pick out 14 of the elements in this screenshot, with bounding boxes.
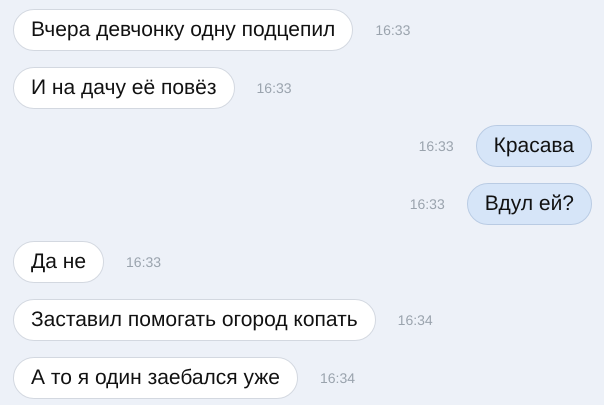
message-time: 16:34 (320, 370, 356, 386)
message-time: 16:34 (398, 312, 433, 328)
message-bubble: Красава (476, 125, 592, 167)
message-bubble: А то я один заебался уже (13, 357, 298, 399)
message-bubble: Вчера девчонку одну подцепил (13, 9, 354, 51)
message-bubble: Да не (13, 241, 104, 283)
message-bubble: Заставил помогать огород копать (13, 299, 376, 341)
message-bubble: Вдул ей? (466, 183, 592, 225)
message-time: 16:33 (375, 22, 410, 38)
message-time: 16:33 (256, 80, 292, 96)
message-time: 16:33 (126, 254, 162, 270)
message-time: 16:33 (410, 196, 445, 212)
message-time: 16:33 (418, 138, 454, 154)
message-bubble: И на дачу её повёз (13, 67, 234, 109)
